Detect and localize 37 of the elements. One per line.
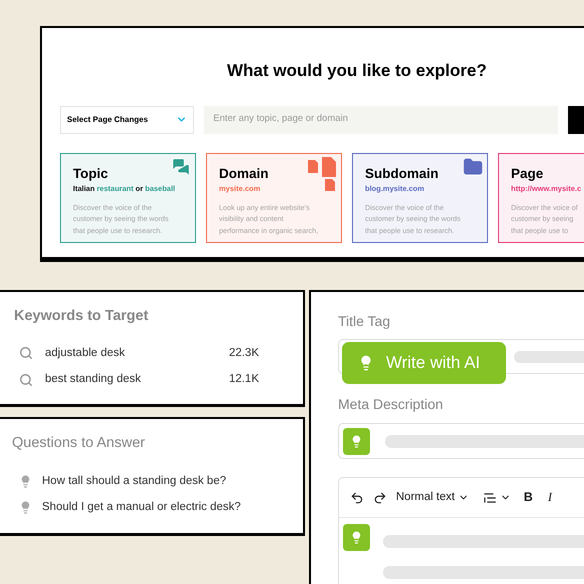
keyword-volume: 12.1K (228, 372, 259, 387)
rich-text-editor[interactable]: Normal text B I (338, 477, 584, 584)
question-text[interactable]: How tall should a standing desk be? (42, 472, 226, 490)
documents-icon (307, 156, 337, 190)
keywords-title: Keywords to Target (14, 307, 150, 326)
lightbulb-icon (19, 474, 32, 488)
undo-icon[interactable] (350, 490, 364, 504)
question-text[interactable]: Should I get a manual or electric desk? (42, 499, 241, 516)
keyword-row[interactable]: adjustable desk 22.3K (14, 344, 289, 362)
chat-icon (171, 156, 191, 176)
card-title: Subdomain (365, 164, 440, 182)
search-field[interactable]: Enter any topic, page or domain (204, 106, 558, 134)
search-icon (19, 346, 33, 360)
page-changes-dropdown[interactable]: Select Page Changes (60, 106, 194, 134)
folder-icon (463, 156, 483, 176)
search-icon (19, 372, 33, 387)
explore-title: What would you like to explore? (227, 60, 487, 82)
lightbulb-icon (19, 501, 32, 514)
text-style-dropdown[interactable]: Normal text (396, 488, 469, 506)
italic-button[interactable]: I (548, 488, 552, 507)
keyword-row[interactable]: best standing desk 12.1K (14, 371, 289, 388)
card-title: Topic (73, 164, 109, 182)
keyword-volume: 22.3K (228, 346, 259, 361)
list-style-dropdown[interactable] (482, 490, 511, 504)
card-title: Page (511, 164, 544, 182)
meta-description-label: Meta Description (338, 395, 444, 414)
ai-suggest-icon[interactable] (343, 524, 370, 551)
redo-icon[interactable] (373, 490, 387, 504)
line-spacing-icon (482, 490, 497, 504)
keyword-text: adjustable desk (45, 346, 125, 361)
keyword-text: best standing desk (45, 372, 141, 387)
bold-button[interactable]: B (524, 488, 533, 507)
meta-description-field[interactable] (338, 423, 584, 459)
questions-title: Questions to Answer (12, 434, 146, 453)
card-title: Domain (219, 164, 270, 182)
title-tag-label: Title Tag (338, 312, 392, 331)
ai-suggest-icon[interactable] (343, 428, 370, 454)
